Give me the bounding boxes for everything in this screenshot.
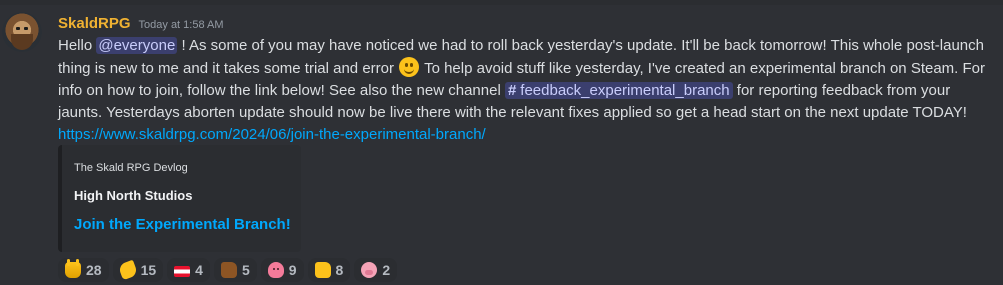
reaction-pink-blob[interactable]: 9 xyxy=(260,258,304,282)
austria-flag-icon xyxy=(174,265,191,277)
timestamp[interactable]: Today at 1:58 AM xyxy=(139,15,224,35)
reaction-count: 2 xyxy=(382,262,391,278)
embed-author: High North Studios xyxy=(74,188,193,203)
flexed-biceps-icon xyxy=(117,259,138,281)
reaction-count: 15 xyxy=(140,262,157,278)
experimental-branch-link[interactable]: https://www.skaldrpg.com/2024/06/join-th… xyxy=(58,126,486,143)
link-embed: The Skald RPG Devlog High North Studios … xyxy=(58,145,301,252)
reaction-sign-of-horns[interactable]: 28 xyxy=(58,258,109,282)
reaction-austria-flag[interactable]: 4 xyxy=(167,258,210,282)
avatar[interactable] xyxy=(2,12,42,52)
username[interactable]: SkaldRPG xyxy=(58,14,131,34)
channel-hash-icon: # xyxy=(507,82,517,99)
reactions-bar: 28 15 4 5 9 8 2 xyxy=(58,258,398,282)
reaction-count: 9 xyxy=(288,262,297,278)
message-body: Hello @everyone ! As some of you may hav… xyxy=(58,35,993,146)
reaction-pig-face[interactable]: 2 xyxy=(354,258,398,282)
channel-mention[interactable]: # feedback_experimental_branch xyxy=(504,82,733,99)
reaction-flexed-biceps[interactable]: 15 xyxy=(112,258,164,282)
pink-blob-icon xyxy=(267,262,284,278)
reaction-thumbs-up[interactable]: 8 xyxy=(307,258,351,282)
message-header: SkaldRPG Today at 1:58 AM xyxy=(58,14,993,34)
message-content: SkaldRPG Today at 1:58 AM Hello @everyon… xyxy=(58,14,993,146)
thumbs-up-brown-icon xyxy=(220,262,237,278)
slightly-smiling-face-icon xyxy=(399,57,420,77)
reaction-thumbs-up-brown[interactable]: 5 xyxy=(213,258,257,282)
reaction-count: 4 xyxy=(195,262,203,278)
reaction-count: 28 xyxy=(86,262,102,278)
message-text: Hello xyxy=(58,37,97,54)
pig-face-icon xyxy=(361,262,378,278)
channel-name: feedback_experimental_branch xyxy=(520,82,730,99)
embed-title-link[interactable]: Join the Experimental Branch! xyxy=(74,216,291,233)
everyone-mention[interactable]: @everyone xyxy=(96,37,178,54)
embed-provider: The Skald RPG Devlog xyxy=(74,162,188,174)
reaction-count: 8 xyxy=(335,262,344,278)
thumbs-up-icon xyxy=(314,262,331,278)
sign-of-the-horns-icon xyxy=(65,259,81,278)
reaction-count: 5 xyxy=(241,262,250,278)
